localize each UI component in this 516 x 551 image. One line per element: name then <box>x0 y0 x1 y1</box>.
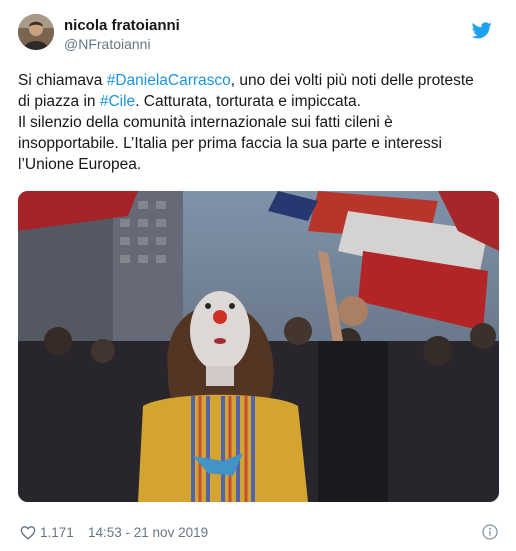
display-name[interactable]: nicola fratoianni <box>64 16 180 35</box>
text-segment: di piazza in <box>18 93 100 110</box>
text-segment: , uno dei volti più noti delle proteste <box>230 72 474 89</box>
tweet-line: Si chiamava #DanielaCarrasco, uno dei vo… <box>18 70 496 91</box>
tweet-photo[interactable] <box>18 191 499 502</box>
tweet-header: nicola fratoianni @NFratoianni <box>18 14 498 60</box>
tweet-line: Il silenzio della comunità internazional… <box>18 114 393 131</box>
heart-icon[interactable] <box>20 525 36 540</box>
text-segment: . Catturata, torturata e impiccata. <box>135 93 361 110</box>
hashtag-link[interactable]: #Cile <box>100 93 135 110</box>
tweet-footer: 1.171 14:53 - 21 nov 2019 <box>18 524 498 544</box>
tweet-line: insopportabile. L’Italia per prima facci… <box>18 135 442 152</box>
tweet-card: nicola fratoianni @NFratoianni Si chiama… <box>0 0 516 551</box>
user-names: nicola fratoianni @NFratoianni <box>64 16 180 54</box>
timestamp-link[interactable]: 14:53 - 21 nov 2019 <box>88 525 208 540</box>
user-handle[interactable]: @NFratoianni <box>64 35 180 54</box>
protest-photo-illustration <box>18 191 499 502</box>
tweet-line: l’Unione Europea. <box>18 156 142 173</box>
tweet-text: Si chiamava #DanielaCarrasco, uno dei vo… <box>18 70 496 175</box>
twitter-bird-icon[interactable] <box>472 22 492 39</box>
text-segment: Si chiamava <box>18 72 107 89</box>
hashtag-link[interactable]: #DanielaCarrasco <box>107 72 231 89</box>
info-icon[interactable] <box>482 524 498 540</box>
avatar[interactable] <box>18 14 54 50</box>
tweet-line: di piazza in #Cile. Catturata, torturata… <box>18 91 496 112</box>
like-count[interactable]: 1.171 <box>40 525 74 540</box>
